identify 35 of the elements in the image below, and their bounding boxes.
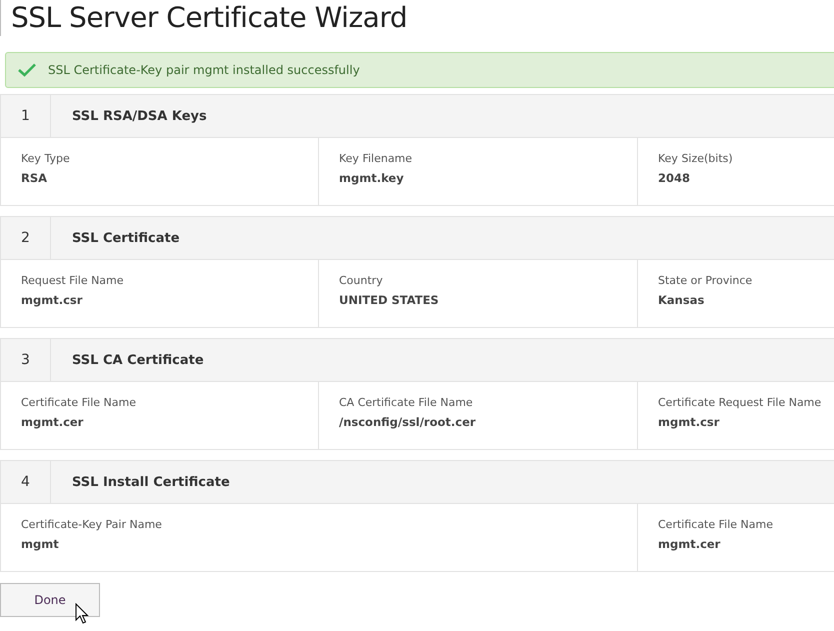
field-label: Country <box>339 274 384 287</box>
field-value: 2048 <box>658 171 692 185</box>
field-label: Key Filename <box>339 152 414 165</box>
section-title: SSL RSA/DSA Keys <box>71 108 207 126</box>
field-value: mgmt.cer <box>21 415 84 429</box>
page-title: SSL Server Certificate Wizard <box>0 0 408 36</box>
field-label: Key Type <box>21 152 71 165</box>
field-label: Request File Name <box>21 274 125 287</box>
field-value: mgmt.key <box>339 171 405 185</box>
field-value: UNITED STATES <box>339 293 440 307</box>
section-title: SSL Certificate <box>71 230 180 248</box>
checkmark-icon <box>18 63 36 77</box>
cursor-icon <box>75 603 89 625</box>
step-number: 4 <box>1 461 51 503</box>
done-button[interactable]: Done <box>0 583 100 617</box>
field-label: Certificate File Name <box>658 518 774 531</box>
field-label: State or Province <box>658 274 754 287</box>
field-label: Certificate-Key Pair Name <box>21 518 163 531</box>
field-label: Key Size(bits) <box>658 152 734 165</box>
section-title: SSL Install Certificate <box>71 474 230 492</box>
step-number: 1 <box>1 95 51 137</box>
field-value: Kansas <box>658 293 706 307</box>
alert-message: SSL Certificate-Key pair mgmt installed successfully <box>48 63 360 77</box>
step-number: 2 <box>1 217 51 259</box>
field-value: mgmt.cer <box>658 537 722 551</box>
step-number: 3 <box>1 339 51 381</box>
field-value: mgmt.csr <box>21 293 84 307</box>
field-value: RSA <box>21 171 48 185</box>
field-value: mgmt.csr <box>658 415 720 429</box>
field-value: mgmt <box>21 537 60 551</box>
section-title: SSL CA Certificate <box>71 352 204 370</box>
field-value: /nsconfig/ssl/root.cer <box>339 415 477 429</box>
field-label: Certificate File Name <box>21 396 137 409</box>
field-label: CA Certificate File Name <box>339 396 474 409</box>
field-label: Certificate Request File Name <box>658 396 822 409</box>
